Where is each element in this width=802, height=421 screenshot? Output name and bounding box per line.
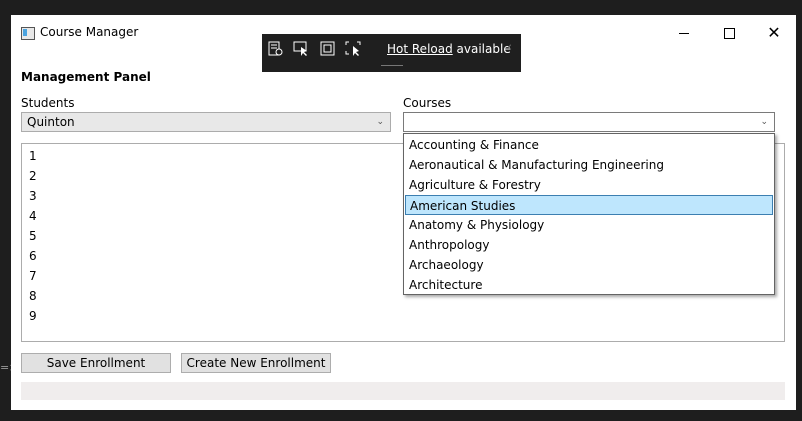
window-title: Course Manager xyxy=(40,25,139,39)
list-item[interactable]: 6 xyxy=(29,249,37,263)
minimize-button[interactable] xyxy=(661,15,707,51)
list-item[interactable]: 7 xyxy=(29,269,37,283)
course-option[interactable]: Agriculture & Forestry xyxy=(405,175,773,195)
hot-reload-status: Hot Reload available xyxy=(387,42,511,56)
save-enrollment-button[interactable]: Save Enrollment xyxy=(21,353,171,373)
maximize-icon xyxy=(723,27,735,39)
panel-heading: Management Panel xyxy=(21,70,151,84)
minimize-icon xyxy=(679,32,689,34)
track-focused-element-icon[interactable] xyxy=(345,41,363,57)
courses-combobox[interactable]: ⌄ xyxy=(403,112,775,132)
course-option[interactable]: Archaeology xyxy=(405,255,773,275)
list-item[interactable]: 9 xyxy=(29,309,37,323)
chevron-down-icon: ⌄ xyxy=(376,117,384,127)
list-item[interactable]: 3 xyxy=(29,189,37,203)
close-icon: ✕ xyxy=(767,23,781,42)
toolbar-grip[interactable] xyxy=(381,65,403,66)
app-icon xyxy=(21,27,35,40)
xaml-debug-toolbar: Hot Reload available ‹ xyxy=(262,34,521,72)
course-option[interactable]: Anatomy & Physiology xyxy=(405,215,773,235)
select-element-icon[interactable] xyxy=(293,41,311,57)
hot-reload-link[interactable]: Hot Reload xyxy=(387,42,453,56)
status-progress-bar xyxy=(21,382,785,400)
course-option[interactable]: Accounting & Finance xyxy=(405,135,773,155)
courses-label: Courses xyxy=(403,96,452,110)
chevron-down-icon: ⌄ xyxy=(760,117,768,127)
collapse-toolbar-icon[interactable]: ‹ xyxy=(507,40,512,55)
course-option[interactable]: Aeronautical & Manufacturing Engineering xyxy=(405,155,773,175)
students-selected-value: Quinton xyxy=(27,115,75,129)
list-item[interactable]: 1 xyxy=(29,149,37,163)
students-combobox[interactable]: Quinton ⌄ xyxy=(21,112,391,132)
maximize-button[interactable] xyxy=(706,15,752,51)
course-option-highlighted[interactable]: American Studies xyxy=(405,195,773,215)
courses-dropdown-list: Accounting & Finance Aeronautical & Manu… xyxy=(403,133,775,295)
app-window: Course Manager ✕ Management Panel Studen… xyxy=(11,15,796,410)
live-visual-tree-icon[interactable] xyxy=(267,41,285,57)
students-label: Students xyxy=(21,96,75,110)
list-item[interactable]: 8 xyxy=(29,289,37,303)
list-item[interactable]: 4 xyxy=(29,209,37,223)
create-enrollment-button[interactable]: Create New Enrollment xyxy=(181,353,331,373)
list-item[interactable]: 2 xyxy=(29,169,37,183)
close-button[interactable]: ✕ xyxy=(751,15,797,51)
course-option[interactable]: Anthropology xyxy=(405,235,773,255)
display-layout-adorners-icon[interactable] xyxy=(319,41,337,57)
list-item[interactable]: 5 xyxy=(29,229,37,243)
course-option[interactable]: Architecture xyxy=(405,275,773,295)
